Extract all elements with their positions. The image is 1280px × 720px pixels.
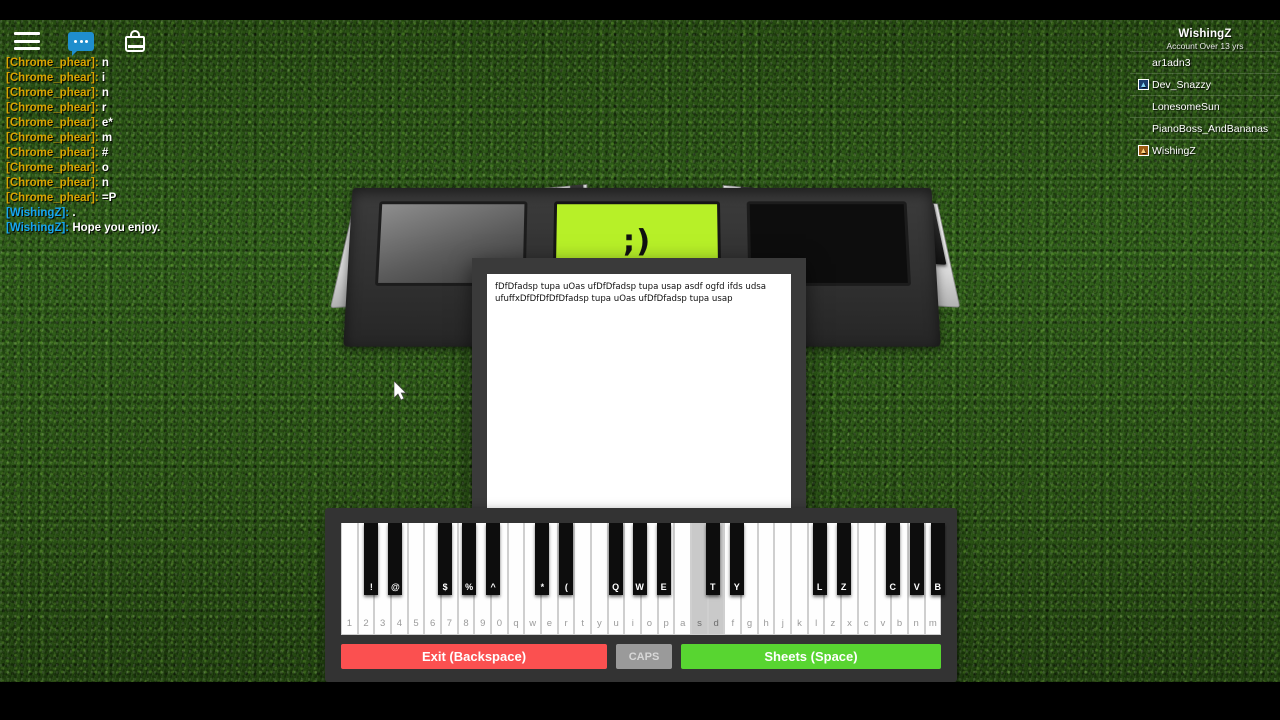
chat-author: [Chrome_phear]: bbox=[6, 102, 102, 114]
sheets-button[interactable]: Sheets (Space) bbox=[681, 644, 941, 669]
piano-black-key[interactable]: L bbox=[812, 523, 827, 595]
piano-white-key[interactable]: y bbox=[591, 523, 608, 635]
sheet-music-text: fDfDfadsp tupa uOas ufDfDfadsp tupa usap… bbox=[495, 282, 767, 304]
chat-message: n bbox=[101, 87, 109, 99]
exit-button[interactable]: Exit (Backspace) bbox=[341, 644, 607, 669]
caps-button[interactable]: CAPS bbox=[616, 644, 672, 669]
chat-message: Hope you enjoy. bbox=[72, 222, 161, 234]
piano-white-key[interactable]: t bbox=[574, 523, 592, 635]
chat-author: [Chrome_phear]: bbox=[6, 72, 102, 84]
chat-message: r bbox=[101, 102, 107, 114]
player-name: Dev_Snazzy bbox=[1152, 78, 1211, 91]
piano-black-key[interactable]: E bbox=[656, 523, 671, 595]
chat-message: n bbox=[101, 177, 109, 189]
chat-line: [Chrome_phear]: m bbox=[6, 131, 426, 146]
piano-black-key[interactable]: W bbox=[632, 523, 647, 595]
piano-black-key[interactable]: V bbox=[909, 523, 924, 595]
chat-log: [Chrome_phear]: n [Chrome_phear]: i [Chrom… bbox=[6, 56, 426, 236]
chat-line: [Chrome_phear]: e* bbox=[6, 116, 426, 131]
chat-author: [Chrome_phear]: bbox=[6, 117, 102, 129]
letterbox-bottom bbox=[0, 682, 1280, 720]
chat-author: [Chrome_phear]: bbox=[6, 192, 102, 204]
chat-message: # bbox=[101, 147, 109, 159]
piano-black-key[interactable]: B bbox=[930, 523, 945, 595]
player-list-item[interactable]: ▲ WishingZ bbox=[1130, 139, 1280, 161]
chat-author: [WishingZ]: bbox=[6, 207, 73, 219]
letterbox-top bbox=[0, 0, 1280, 20]
virtual-piano-keyboard[interactable]: 1234567890qwertyuiopasdfghjklzxcvbnm ! @ $… bbox=[341, 523, 945, 635]
player-name: PianoBoss_AndBananas bbox=[1152, 122, 1269, 135]
piano-white-key[interactable]: 5 bbox=[407, 523, 425, 635]
piano-black-key[interactable]: $ bbox=[438, 523, 453, 595]
chat-line: [Chrome_phear]: n bbox=[6, 86, 426, 101]
chat-author: [Chrome_phear]: bbox=[6, 87, 102, 99]
piano-black-key[interactable]: C bbox=[885, 523, 900, 595]
chat-message: o bbox=[101, 162, 109, 174]
piano-display-face: ;) bbox=[622, 223, 652, 260]
piano-black-key[interactable]: Y bbox=[729, 523, 744, 595]
chat-line: [WishingZ]: . bbox=[6, 206, 426, 221]
chat-author: [Chrome_phear]: bbox=[6, 162, 102, 174]
hamburger-menu-icon[interactable] bbox=[10, 26, 44, 56]
player-list-item[interactable]: LonesomeSun bbox=[1130, 95, 1280, 117]
chat-line: [Chrome_phear]: o bbox=[6, 161, 426, 176]
piano-white-key[interactable]: h bbox=[757, 523, 775, 635]
backpack-icon[interactable] bbox=[118, 26, 152, 56]
chat-message: e* bbox=[101, 117, 113, 129]
piano-black-key[interactable]: ! bbox=[364, 523, 379, 595]
chat-author: [WishingZ]: bbox=[6, 222, 73, 234]
chat-line: [Chrome_phear]: n bbox=[6, 176, 426, 191]
piano-black-key[interactable]: T bbox=[705, 523, 720, 595]
chat-message: i bbox=[101, 72, 106, 84]
player-name: LonesomeSun bbox=[1152, 100, 1220, 113]
piano-white-key[interactable]: j bbox=[774, 523, 792, 635]
chat-message: . bbox=[72, 207, 76, 219]
piano-black-key[interactable]: ^ bbox=[486, 523, 501, 595]
piano-white-key[interactable]: q bbox=[507, 523, 525, 635]
piano-black-key[interactable]: @ bbox=[388, 523, 403, 595]
chat-author: [Chrome_phear]: bbox=[6, 147, 102, 159]
chat-bubble-icon[interactable] bbox=[64, 26, 98, 56]
piano-black-key[interactable]: Q bbox=[608, 523, 623, 595]
player-list-item[interactable]: ▲ Dev_Snazzy bbox=[1130, 73, 1280, 95]
piano-black-key[interactable]: * bbox=[535, 523, 550, 595]
player-name: WishingZ bbox=[1152, 144, 1196, 157]
mouse-cursor bbox=[394, 381, 407, 401]
chat-author: [Chrome_phear]: bbox=[6, 132, 102, 144]
piano-action-buttons: Exit (Backspace) CAPS Sheets (Space) bbox=[341, 644, 941, 669]
chat-line: [Chrome_phear]: =P bbox=[6, 191, 426, 206]
chat-line: [Chrome_phear]: r bbox=[6, 101, 426, 116]
virtual-piano-panel: 1234567890qwertyuiopasdfghjklzxcvbnm ! @ $… bbox=[325, 508, 957, 682]
piano-white-key[interactable]: c bbox=[857, 523, 875, 635]
chat-message: =P bbox=[101, 192, 117, 204]
roblox-toolbar bbox=[0, 20, 1280, 62]
player-list-item[interactable]: PianoBoss_AndBananas bbox=[1130, 117, 1280, 139]
player-badge-icon: ▲ bbox=[1138, 145, 1149, 156]
piano-black-key[interactable]: ( bbox=[559, 523, 574, 595]
piano-white-key[interactable]: k bbox=[791, 523, 808, 635]
player-badge-icon: ▲ bbox=[1138, 79, 1149, 90]
chat-author: [Chrome_phear]: bbox=[6, 177, 102, 189]
piano-black-key[interactable]: % bbox=[462, 523, 477, 595]
chat-line: [Chrome_phear]: i bbox=[6, 71, 426, 86]
piano-white-key[interactable]: a bbox=[674, 523, 692, 635]
chat-message: m bbox=[101, 132, 113, 144]
chat-line: [Chrome_phear]: # bbox=[6, 146, 426, 161]
piano-black-key[interactable]: Z bbox=[836, 523, 851, 595]
chat-line: [WishingZ]: Hope you enjoy. bbox=[6, 221, 426, 236]
game-screen: ;) fDfDfadsp tupa uOas ufDfDfadsp tupa u… bbox=[0, 0, 1280, 720]
piano-white-key[interactable]: 1 bbox=[341, 523, 358, 635]
